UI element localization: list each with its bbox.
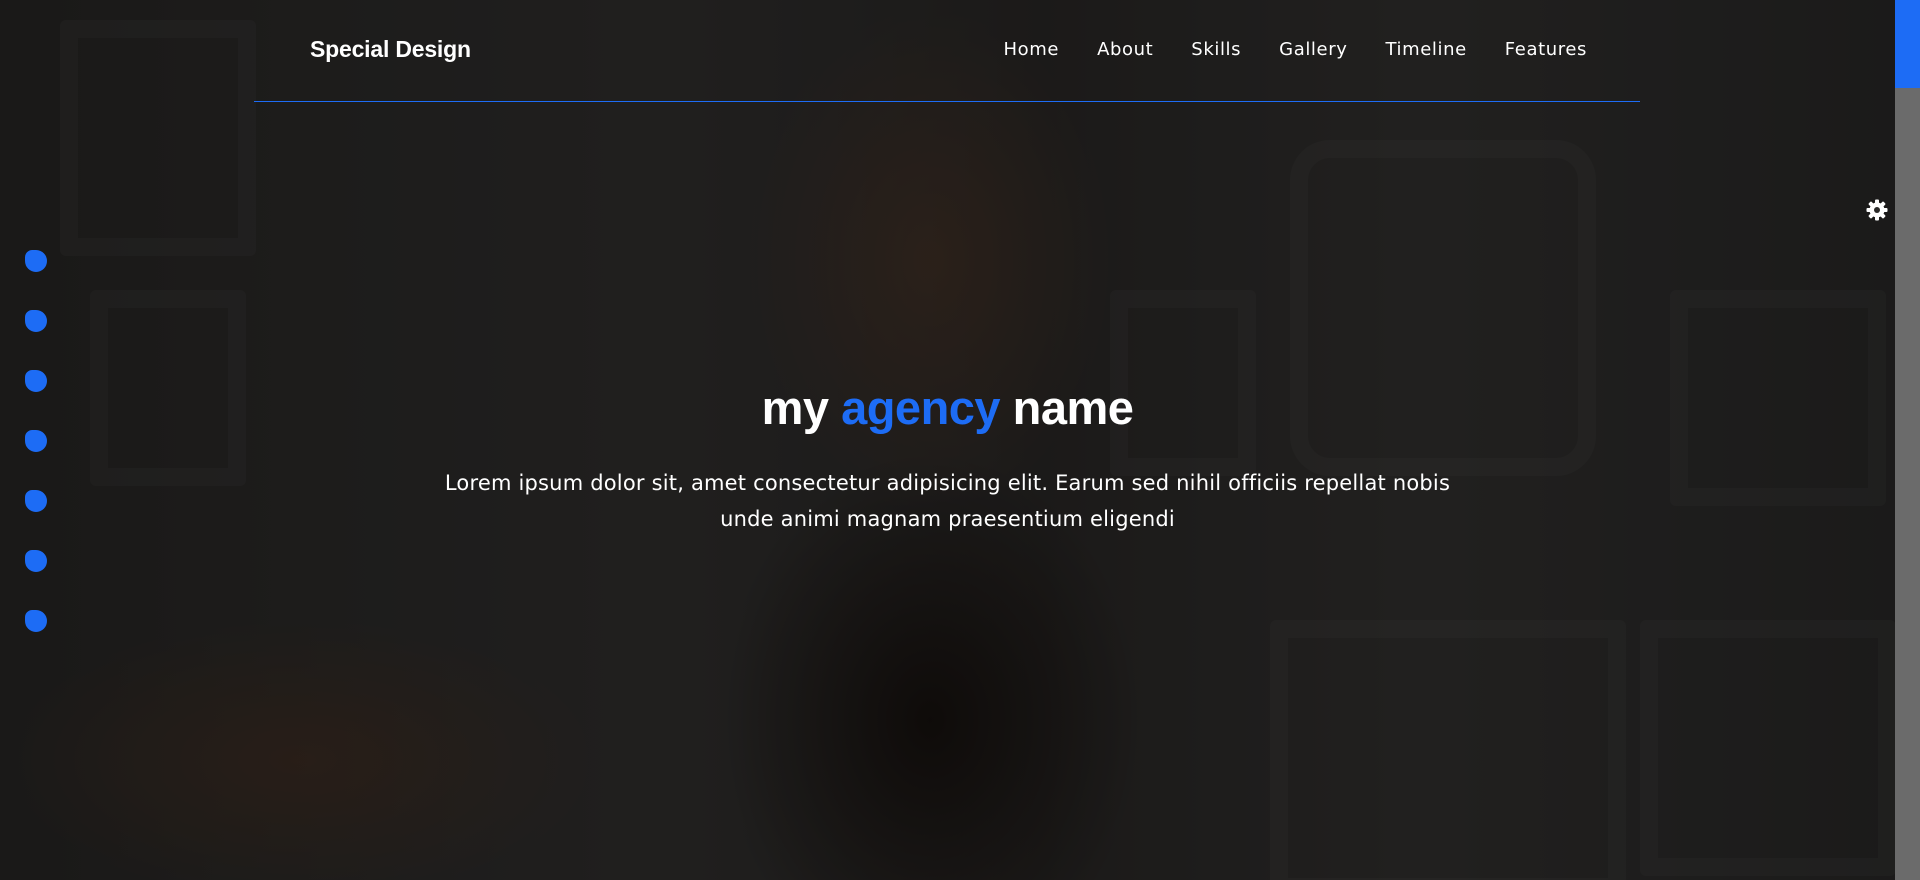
scrollbar-thumb[interactable]: [1895, 0, 1920, 88]
hero-title-accent: agency: [841, 381, 1001, 434]
hero-title-part1: my: [761, 381, 842, 434]
hero-title: my agency name: [0, 380, 1895, 435]
nav-link-about[interactable]: About: [1097, 39, 1153, 60]
nav-bullet-7[interactable]: [25, 610, 47, 632]
landing-section: Special Design Home About Skills Gallery…: [0, 0, 1895, 880]
nav-link-gallery[interactable]: Gallery: [1279, 39, 1347, 60]
main-nav: Home About Skills Gallery Timeline Featu…: [966, 39, 1587, 60]
header: Special Design Home About Skills Gallery…: [254, 0, 1640, 102]
nav-link-home[interactable]: Home: [1004, 39, 1060, 60]
hero-title-part2: name: [1000, 381, 1134, 434]
gear-icon[interactable]: [1865, 198, 1889, 222]
hero-description: Lorem ipsum dolor sit, amet consectetur …: [444, 471, 1451, 531]
logo[interactable]: Special Design: [310, 36, 471, 63]
nav-link-timeline[interactable]: Timeline: [1385, 39, 1466, 60]
nav-bullet-1[interactable]: [25, 250, 47, 272]
hero-content: my agency name Lorem ipsum dolor sit, am…: [0, 380, 1895, 537]
page-scrollbar[interactable]: [1895, 0, 1920, 880]
nav-bullet-2[interactable]: [25, 310, 47, 332]
nav-link-skills[interactable]: Skills: [1191, 39, 1241, 60]
nav-bullet-6[interactable]: [25, 550, 47, 572]
nav-link-features[interactable]: Features: [1505, 39, 1587, 60]
